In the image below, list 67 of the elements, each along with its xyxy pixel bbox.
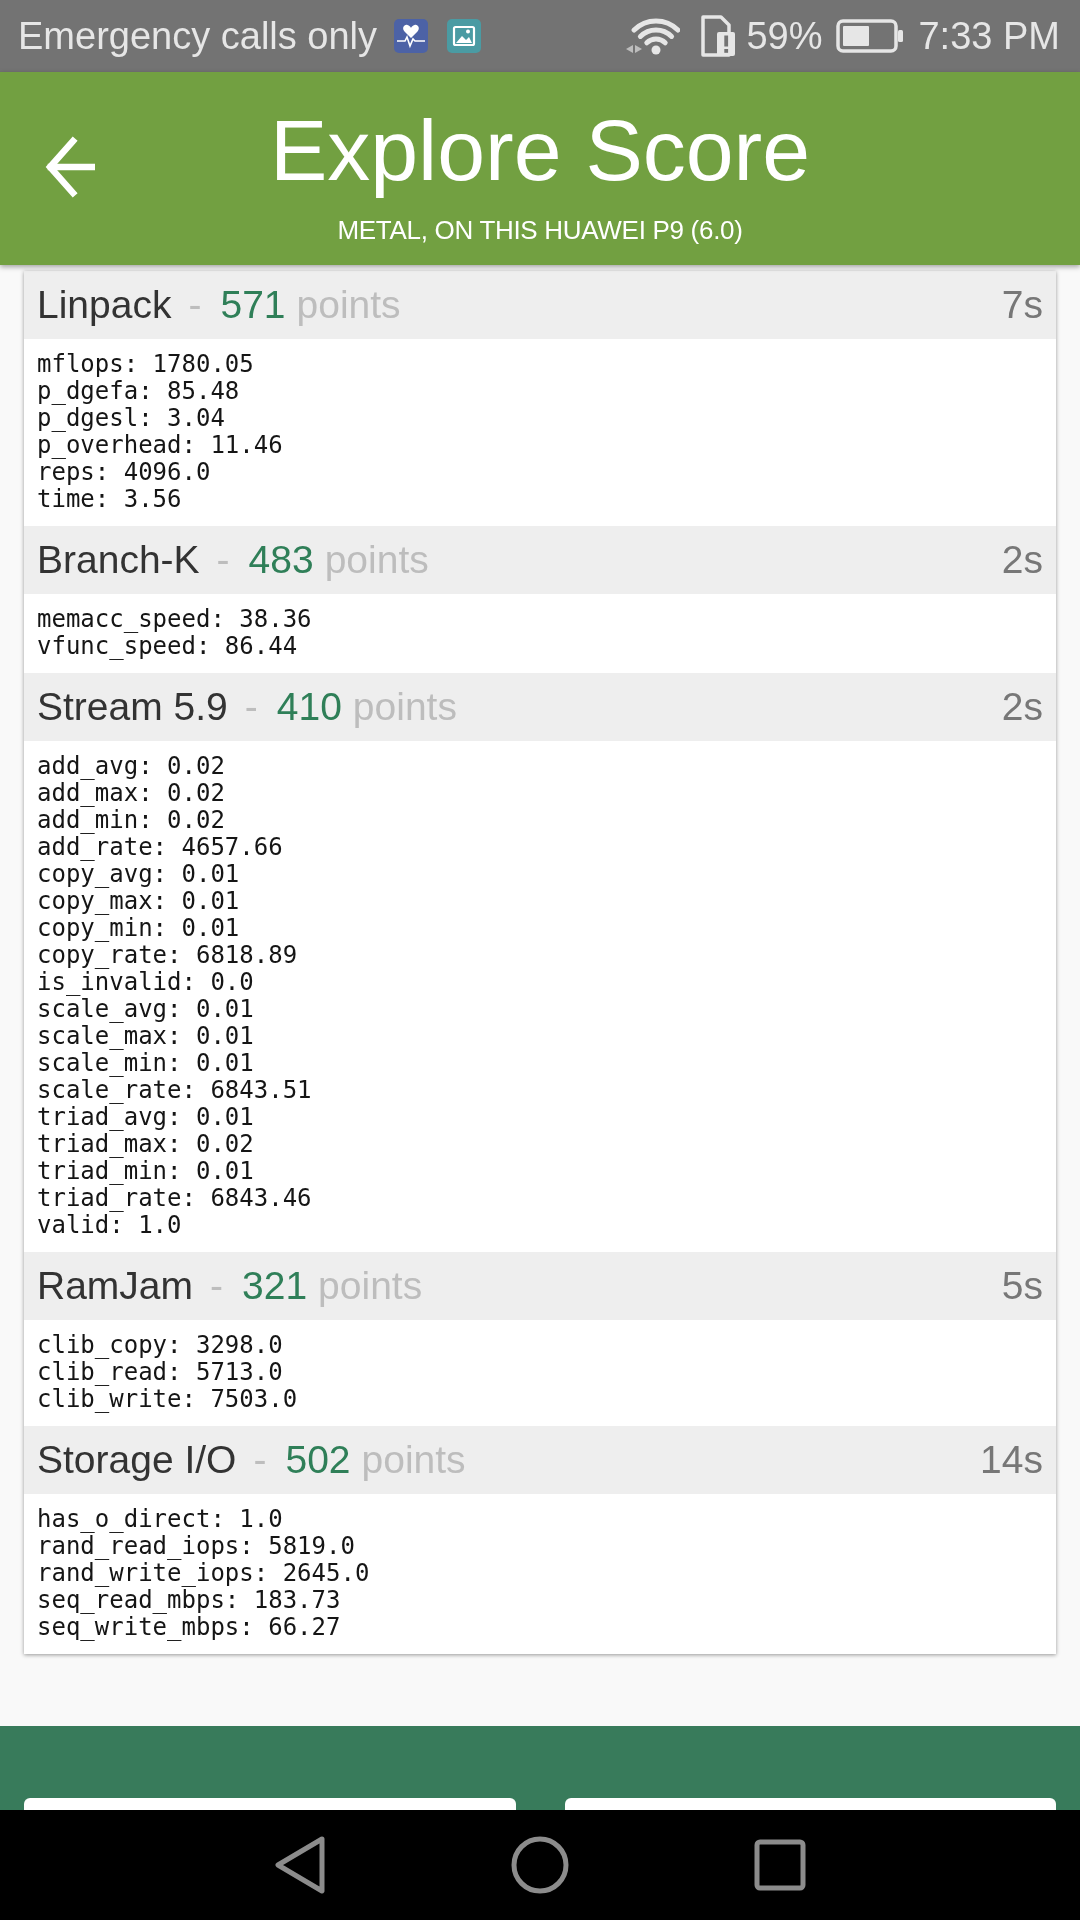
heart-pulse-icon <box>394 19 429 53</box>
battery-percentage: 59% <box>746 14 823 58</box>
screen-title: Explore Score <box>269 101 811 200</box>
back-icon[interactable] <box>274 1836 326 1894</box>
score-value: 483 <box>248 538 314 582</box>
battery-icon <box>836 19 905 53</box>
metric-line: mflops: 1780.05 <box>37 351 255 378</box>
score-value: 571 <box>220 283 286 327</box>
metric-line: scale_min: 0.01 <box>37 1050 255 1077</box>
picture-icon <box>447 19 482 53</box>
metric-line: scale_max: 0.01 <box>37 1023 255 1050</box>
metric-line: vfunc_speed: 86.44 <box>37 633 299 660</box>
separator-dash: - <box>210 1264 224 1308</box>
metric-line: clib_write: 7503.0 <box>37 1386 299 1413</box>
metric-line: valid: 1.0 <box>37 1212 182 1239</box>
benchmark-name: RamJam <box>37 1264 194 1308</box>
duration-text: 5s <box>1001 1264 1043 1308</box>
benchmark-name: Stream 5.9 <box>37 685 228 729</box>
metric-line: rand_read_iops: 5819.0 <box>37 1533 356 1560</box>
wifi-icon <box>626 16 681 56</box>
home-icon[interactable] <box>511 1836 569 1894</box>
metric-line: p_overhead: 11.46 <box>37 432 284 459</box>
metric-line: clib_read: 5713.0 <box>37 1359 284 1386</box>
clock-time: 7:33 PM <box>918 14 1060 58</box>
metric-line: scale_rate: 6843.51 <box>37 1077 313 1104</box>
duration-text: 7s <box>1001 283 1043 327</box>
benchmark-name: Storage I/O <box>37 1438 237 1482</box>
metric-line: add_max: 0.02 <box>37 780 226 807</box>
score-value: 502 <box>285 1438 351 1482</box>
separator-dash: - <box>253 1438 267 1482</box>
metric-line: copy_avg: 0.01 <box>37 861 241 888</box>
metric-line: triad_max: 0.02 <box>37 1131 255 1158</box>
metric-line: memacc_speed: 38.36 <box>37 606 313 633</box>
metric-line: copy_min: 0.01 <box>37 915 241 942</box>
score-value: 321 <box>242 1264 308 1308</box>
duration-text: 14s <box>980 1438 1043 1482</box>
separator-dash: - <box>188 283 202 327</box>
duration-text: 2s <box>1001 538 1043 582</box>
separator-dash: - <box>216 538 230 582</box>
separator-dash: - <box>244 685 258 729</box>
metric-line: triad_avg: 0.01 <box>37 1104 255 1131</box>
benchmark-name: Branch-K <box>37 538 200 582</box>
metric-line: has_o_direct: 1.0 <box>37 1506 284 1533</box>
metric-line: clib_copy: 3298.0 <box>37 1332 284 1359</box>
metric-line: add_rate: 4657.66 <box>37 834 284 861</box>
metric-line: scale_avg: 0.01 <box>37 996 255 1023</box>
metric-line: p_dgefa: 85.48 <box>37 378 241 405</box>
sim-alert-icon <box>700 15 737 57</box>
metric-line: rand_write_iops: 2645.0 <box>37 1560 371 1587</box>
status-text: Emergency calls only <box>18 14 378 58</box>
metric-line: triad_rate: 6843.46 <box>37 1185 313 1212</box>
metric-line: add_min: 0.02 <box>37 807 226 834</box>
metric-line: is_invalid: 0.0 <box>37 969 255 996</box>
recents-icon[interactable] <box>754 1839 806 1891</box>
metric-line: seq_write_mbps: 66.27 <box>37 1614 342 1641</box>
metric-line: p_dgesl: 3.04 <box>37 405 226 432</box>
metric-line: reps: 4096.0 <box>37 459 212 486</box>
metric-line: seq_read_mbps: 183.73 <box>37 1587 342 1614</box>
score-value: 410 <box>276 685 342 729</box>
metric-line: copy_rate: 6818.89 <box>37 942 299 969</box>
screen-subtitle: METAL, ON THIS HUAWEI P9 (6.0) <box>337 215 743 245</box>
metric-line: triad_min: 0.01 <box>37 1158 255 1185</box>
benchmark-name: Linpack <box>37 283 172 327</box>
metric-line: add_avg: 0.02 <box>37 753 226 780</box>
metric-line: copy_max: 0.01 <box>37 888 241 915</box>
metric-line: time: 3.56 <box>37 486 183 513</box>
duration-text: 2s <box>1001 685 1043 729</box>
